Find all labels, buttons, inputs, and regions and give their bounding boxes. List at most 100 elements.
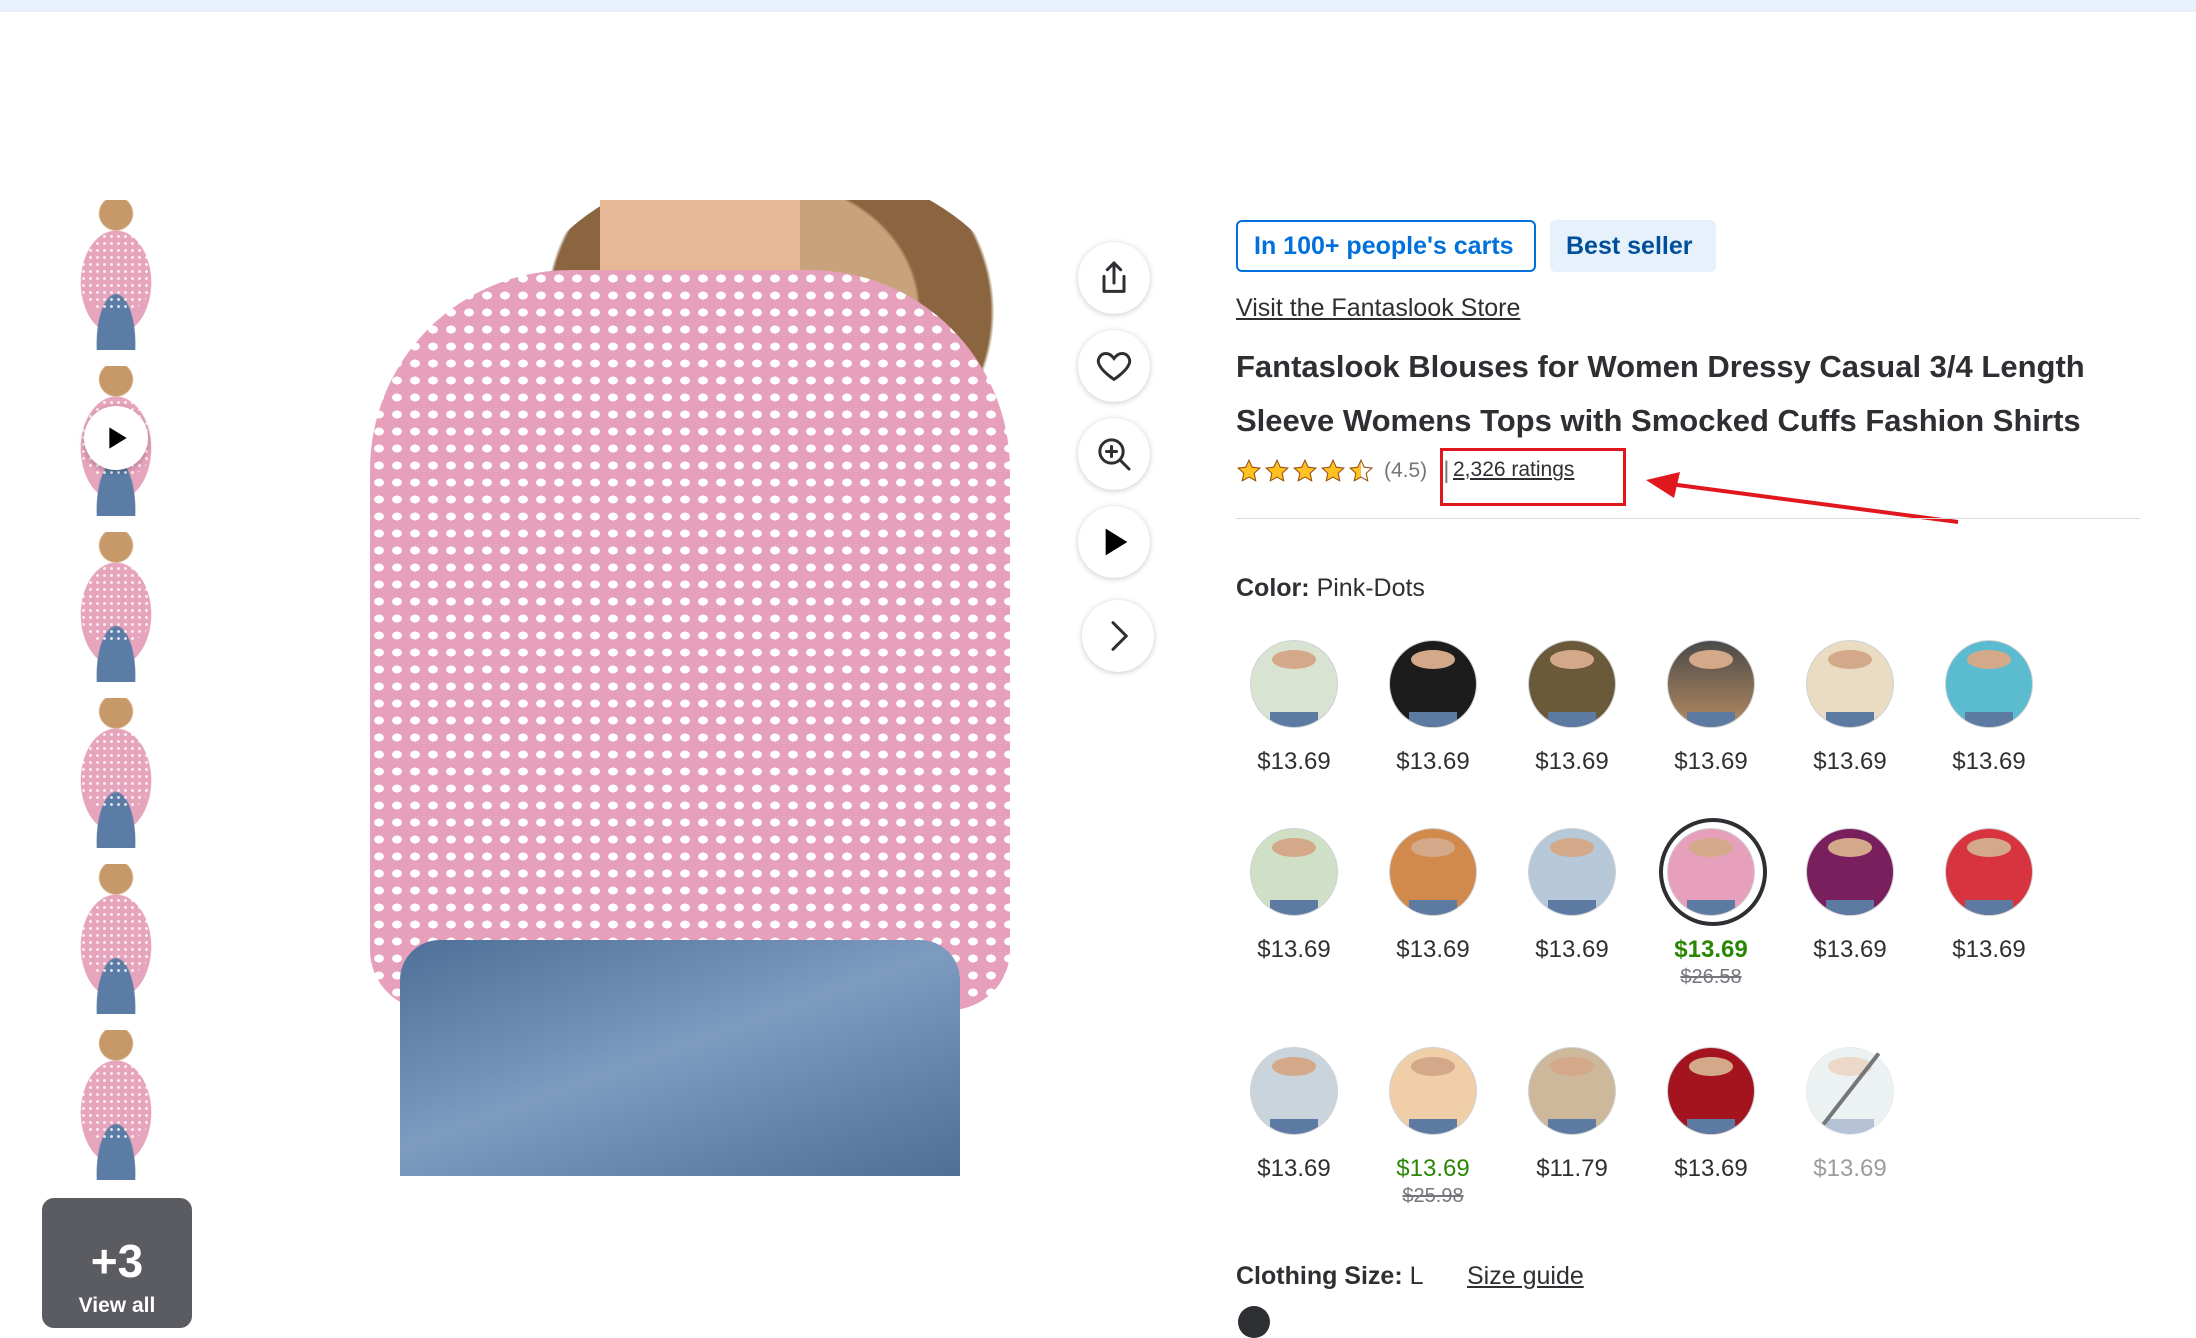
- thumbnail-image: [60, 698, 172, 848]
- swatch-price: $13.69: [1257, 1155, 1331, 1182]
- color-swatch[interactable]: $13.69: [1780, 640, 1920, 776]
- thumbnail-image: [60, 200, 172, 350]
- swatch-image: [1667, 1047, 1755, 1135]
- color-swatch-selected[interactable]: $13.69 $26.58: [1641, 818, 1781, 989]
- swatch-price: $13.69: [1396, 936, 1470, 963]
- color-swatch[interactable]: $13.69: [1224, 640, 1364, 776]
- thumbnail-1[interactable]: [60, 200, 172, 350]
- swatch-price: $13.69: [1396, 1155, 1470, 1182]
- play-icon: [84, 406, 148, 470]
- color-swatch[interactable]: $13.69: [1919, 828, 2059, 964]
- share-button[interactable]: [1078, 242, 1150, 314]
- product-title: Fantaslook Blouses for Women Dressy Casu…: [1236, 349, 2085, 438]
- view-all-button[interactable]: +3 View all: [42, 1198, 192, 1328]
- size-row: Clothing Size: L: [1236, 1262, 1424, 1291]
- swatch-price: $13.69: [1813, 936, 1887, 963]
- swatch-image: [1806, 640, 1894, 728]
- main-product-image[interactable]: [340, 200, 1044, 1176]
- favorite-button[interactable]: [1078, 330, 1150, 402]
- star-rating: [1236, 458, 1374, 484]
- size-value: L: [1409, 1262, 1424, 1290]
- color-swatch[interactable]: $11.79: [1502, 1047, 1642, 1183]
- swatch-price: $13.69: [1535, 936, 1609, 963]
- swatch-was-price: $26.58: [1680, 966, 1742, 988]
- best-seller-badge: Best seller: [1550, 220, 1716, 272]
- star-full-icon: [1320, 458, 1346, 482]
- swatch-image: [1528, 640, 1616, 728]
- thumbnail-image: [60, 532, 172, 682]
- swatch-image: [1945, 828, 2033, 916]
- rating-row: (4.5) |: [1236, 456, 1449, 486]
- star-full-icon: [1264, 458, 1290, 482]
- color-swatch[interactable]: $13.69: [1224, 828, 1364, 964]
- star-half-icon: [1348, 458, 1374, 482]
- color-label: Color: Pink-Dots: [1236, 574, 1425, 603]
- view-all-count: +3: [90, 1235, 144, 1287]
- zoom-in-icon: [1098, 438, 1131, 471]
- swatch-price: $13.69: [1952, 936, 2026, 963]
- swatch-image: [1389, 640, 1477, 728]
- color-swatch[interactable]: $13.69: [1502, 640, 1642, 776]
- swatch-price: $13.69: [1674, 748, 1748, 775]
- star-full-icon: [1236, 458, 1262, 482]
- annotation-highlight-box: [1440, 448, 1626, 506]
- view-all-label: View all: [78, 1294, 156, 1317]
- rating-value: (4.5): [1384, 459, 1428, 482]
- swatch-image: [1667, 828, 1755, 916]
- color-label-title: Color:: [1236, 574, 1310, 602]
- swatch-price: $13.69: [1952, 748, 2026, 775]
- image-blouse: [370, 270, 1010, 1010]
- image-jeans: [400, 940, 960, 1176]
- color-swatch[interactable]: $13.69: [1502, 828, 1642, 964]
- swatch-image: [1945, 640, 2033, 728]
- swatch-image: [1389, 1047, 1477, 1135]
- play-icon: [1105, 528, 1128, 556]
- thumbnail-4[interactable]: [60, 698, 172, 848]
- thumbnail-3[interactable]: [60, 532, 172, 682]
- color-swatch[interactable]: $13.69: [1641, 1047, 1781, 1183]
- swatch-image: [1250, 640, 1338, 728]
- chevron-right-icon: [1111, 621, 1128, 651]
- thumbnail-image: [60, 864, 172, 1014]
- swatch-price: $13.69: [1674, 1155, 1748, 1182]
- play-video-button[interactable]: [1078, 506, 1150, 578]
- carts-badge: In 100+ people's carts: [1236, 220, 1536, 272]
- color-swatch[interactable]: $13.69: [1224, 1047, 1364, 1183]
- selected-color-name: Pink-Dots: [1316, 574, 1425, 602]
- top-bar: [0, 0, 2196, 12]
- share-icon: [1102, 261, 1126, 293]
- swatch-price: $13.69: [1674, 936, 1748, 963]
- swatch-image: [1250, 828, 1338, 916]
- swatch-price: $13.69: [1535, 748, 1609, 775]
- swatch-image: [1667, 640, 1755, 728]
- zoom-button[interactable]: [1078, 418, 1150, 490]
- thumbnail-5[interactable]: [60, 864, 172, 1014]
- swatch-image: [1250, 1047, 1338, 1135]
- swatch-price: $13.69: [1813, 748, 1887, 775]
- thumbnail-2[interactable]: [60, 366, 172, 516]
- swatch-price: $13.69: [1813, 1155, 1887, 1182]
- thumbnail-list: [60, 200, 172, 1196]
- heart-icon: [1096, 351, 1132, 382]
- swatch-price: $13.69: [1257, 936, 1331, 963]
- swatch-image: [1806, 828, 1894, 916]
- size-label: Clothing Size:: [1236, 1262, 1403, 1290]
- color-swatch[interactable]: $13.69: [1919, 640, 2059, 776]
- thumbnail-6[interactable]: [60, 1030, 172, 1180]
- color-swatch-unavailable[interactable]: $13.69: [1780, 1047, 1920, 1183]
- color-swatch[interactable]: $13.69 $25.98: [1363, 1047, 1503, 1208]
- divider: [1236, 518, 2140, 519]
- swatch-image: [1528, 1047, 1616, 1135]
- next-image-button[interactable]: [1082, 600, 1154, 672]
- thumbnail-image: [60, 1030, 172, 1180]
- color-swatch[interactable]: $13.69: [1641, 640, 1781, 776]
- swatch-was-price: $25.98: [1402, 1185, 1464, 1207]
- swatch-price: $13.69: [1396, 748, 1470, 775]
- size-guide-link[interactable]: Size guide: [1467, 1262, 1584, 1291]
- color-swatch[interactable]: $13.69: [1780, 828, 1920, 964]
- swatch-price: $13.69: [1257, 748, 1331, 775]
- color-swatch[interactable]: $13.69: [1363, 640, 1503, 776]
- swatch-price: $11.79: [1536, 1155, 1608, 1182]
- color-swatch[interactable]: $13.69: [1363, 828, 1503, 964]
- store-link[interactable]: Visit the Fantaslook Store: [1236, 294, 1520, 323]
